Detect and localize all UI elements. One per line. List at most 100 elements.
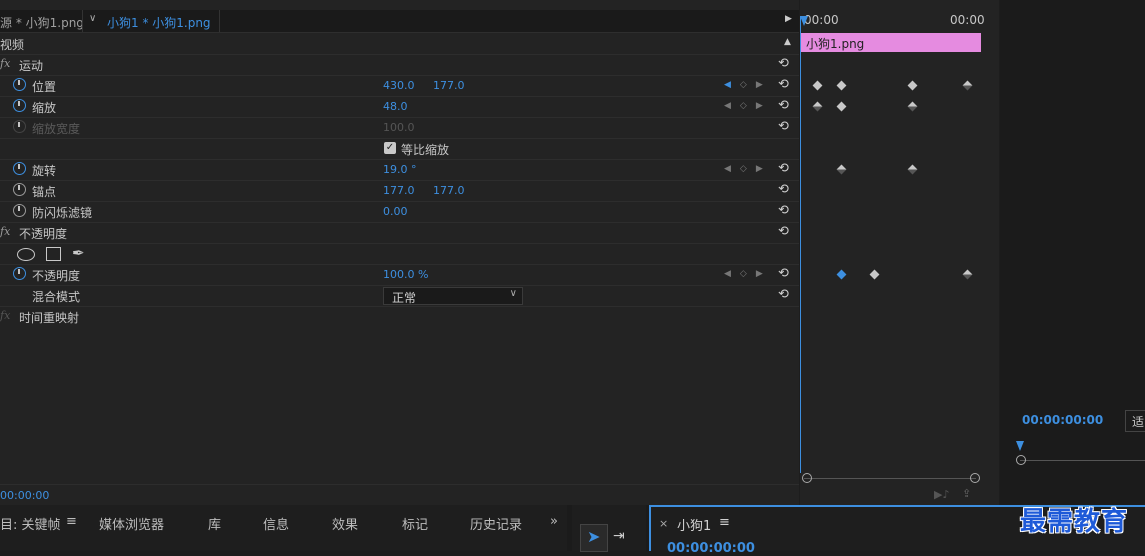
reset-icon[interactable]: ⟲: [778, 266, 789, 281]
param-antiflicker: 防闪烁滤镜 0.00 ⟲: [0, 201, 799, 223]
tab-markers[interactable]: 标记: [402, 514, 428, 533]
position-x-value[interactable]: 430.0: [383, 79, 415, 92]
keyframe[interactable]: [812, 80, 823, 91]
blend-mode-select[interactable]: 正常 ∨: [383, 287, 523, 305]
fit-dropdown[interactable]: 适: [1125, 410, 1145, 432]
track-select-tool-icon[interactable]: ⇥: [613, 528, 625, 544]
overflow-icon[interactable]: »: [550, 514, 558, 529]
stopwatch-icon[interactable]: [13, 204, 26, 217]
watermark-logo: 最需教育: [1020, 507, 1129, 537]
tab-active-clip[interactable]: 小狗1 * 小狗1.png: [107, 14, 211, 31]
tab-history[interactable]: 历史记录: [470, 514, 522, 533]
reset-icon[interactable]: ⟲: [778, 98, 789, 113]
keyframe[interactable]: [869, 269, 880, 280]
param-scale: 缩放 48.0 ◀◇▶ ⟲: [0, 96, 799, 118]
anchor-x-value[interactable]: 177.0: [383, 184, 415, 197]
effect-motion[interactable]: fx 运动 ⟲: [0, 54, 799, 76]
stopwatch-icon[interactable]: [13, 78, 26, 91]
pen-mask-icon[interactable]: ✒: [72, 244, 85, 262]
reset-icon[interactable]: ⟲: [778, 224, 789, 239]
video-section-header: 视频 ▲: [0, 33, 799, 55]
keyframe[interactable]: [907, 101, 918, 112]
zoom-handle-right[interactable]: [970, 473, 980, 483]
selection-arrow-icon: ➤: [587, 527, 601, 546]
effect-time-remap[interactable]: fx 时间重映射: [0, 306, 799, 327]
keyframe-nav-icon[interactable]: ◀◇▶: [724, 80, 772, 90]
effect-opacity[interactable]: fx 不透明度 ⟲: [0, 222, 799, 244]
clip-bar[interactable]: 小狗1.png: [800, 33, 981, 52]
keyframe[interactable]: [836, 101, 847, 112]
hamburger-icon[interactable]: ≡: [719, 515, 730, 530]
collapse-up-icon[interactable]: ▲: [784, 37, 791, 47]
monitor-scrub-bar[interactable]: [1020, 460, 1145, 461]
playhead-icon[interactable]: [800, 16, 808, 26]
monitor-timecode[interactable]: 00:00:00:00: [1022, 413, 1103, 427]
keyframe[interactable]: [962, 269, 973, 280]
timeline-end: 00:00: [950, 13, 985, 27]
reset-icon[interactable]: ⟲: [778, 182, 789, 197]
fx-icon[interactable]: fx: [0, 225, 10, 238]
anchor-y-value[interactable]: 177.0: [433, 184, 465, 197]
opacity-value[interactable]: 100.0 %: [383, 268, 428, 281]
sequence-tab[interactable]: 小狗1: [677, 515, 711, 534]
reset-icon[interactable]: ⟲: [778, 56, 789, 71]
zoom-handle-left[interactable]: [802, 473, 812, 483]
close-icon[interactable]: ×: [659, 517, 668, 530]
tab-media-browser[interactable]: 媒体浏览器: [99, 514, 164, 533]
keyframe[interactable]: [907, 80, 918, 91]
keyframe-selected[interactable]: [836, 269, 847, 280]
reset-icon[interactable]: ⟲: [778, 287, 789, 302]
filter-icon[interactable]: ▶♪: [934, 488, 949, 501]
monitor-scrub-handle[interactable]: [1016, 455, 1026, 465]
position-y-value[interactable]: 177.0: [433, 79, 465, 92]
tab-divider: [82, 10, 83, 32]
scale-value[interactable]: 48.0: [383, 100, 408, 113]
param-label: 锚点: [32, 185, 57, 199]
export-icon[interactable]: ⇪: [962, 487, 971, 500]
rotation-value[interactable]: 19.0 °: [383, 163, 417, 176]
timeline-zoom-bar[interactable]: [804, 478, 976, 479]
param-label: 不透明度: [32, 269, 81, 283]
rectangle-mask-icon[interactable]: [46, 247, 61, 261]
stopwatch-icon[interactable]: [13, 267, 26, 280]
play-arrow-icon[interactable]: ▶: [785, 14, 792, 24]
tab-library[interactable]: 库: [208, 514, 221, 533]
keyframe[interactable]: [812, 101, 823, 112]
keyframe-nav-icon[interactable]: ◀◇▶: [724, 101, 772, 111]
tab-keyframes[interactable]: 目: 关键帧: [0, 514, 61, 533]
stopwatch-icon[interactable]: [13, 162, 26, 175]
fx-icon[interactable]: fx: [0, 57, 10, 70]
reset-icon[interactable]: ⟲: [778, 203, 789, 218]
ellipse-mask-icon[interactable]: [17, 248, 35, 261]
tools-panel: ➤ ⇥: [572, 505, 646, 552]
ec-footer: 00:00:00: [0, 484, 799, 506]
sequence-timecode[interactable]: 00:00:00:00: [667, 541, 755, 556]
keyframe[interactable]: [962, 80, 973, 91]
clip-tabbar: 源 * 小狗1.png ∨ 小狗1 * 小狗1.png ▶: [0, 10, 799, 33]
stopwatch-icon: [13, 120, 26, 133]
tab-info[interactable]: 信息: [263, 514, 289, 533]
keyframe[interactable]: [836, 164, 847, 175]
keyframe[interactable]: [836, 80, 847, 91]
keyframe[interactable]: [907, 164, 918, 175]
selection-tool[interactable]: ➤: [580, 524, 608, 552]
tab-source-clip[interactable]: 源 * 小狗1.png: [0, 14, 84, 31]
uniform-scale-checkbox[interactable]: ✓: [384, 142, 396, 154]
tab-effects[interactable]: 效果: [332, 514, 358, 533]
reset-icon[interactable]: ⟲: [778, 119, 789, 134]
current-time[interactable]: 00:00:00: [0, 489, 49, 502]
antiflicker-value[interactable]: 0.00: [383, 205, 408, 218]
reset-icon[interactable]: ⟲: [778, 161, 789, 176]
fx-icon[interactable]: fx: [0, 309, 10, 322]
hamburger-icon[interactable]: ≡: [66, 514, 77, 529]
keyframe-timeline[interactable]: 00:00 00:00 小狗1.png ▶♪ ⇪: [800, 0, 999, 505]
monitor-playhead-icon[interactable]: [1016, 441, 1024, 451]
stopwatch-icon[interactable]: [13, 183, 26, 196]
keyframe-nav-icon[interactable]: ◀◇▶: [724, 164, 772, 174]
reset-icon[interactable]: ⟲: [778, 77, 789, 92]
chevron-down-icon[interactable]: ∨: [89, 13, 96, 24]
stopwatch-icon[interactable]: [13, 99, 26, 112]
project-panel: 目: 关键帧 ≡ 媒体浏览器 库 信息 效果 标记 历史记录 »: [0, 505, 567, 551]
keyframe-nav-icon[interactable]: ◀◇▶: [724, 269, 772, 279]
mask-tools: ✒: [0, 243, 799, 265]
